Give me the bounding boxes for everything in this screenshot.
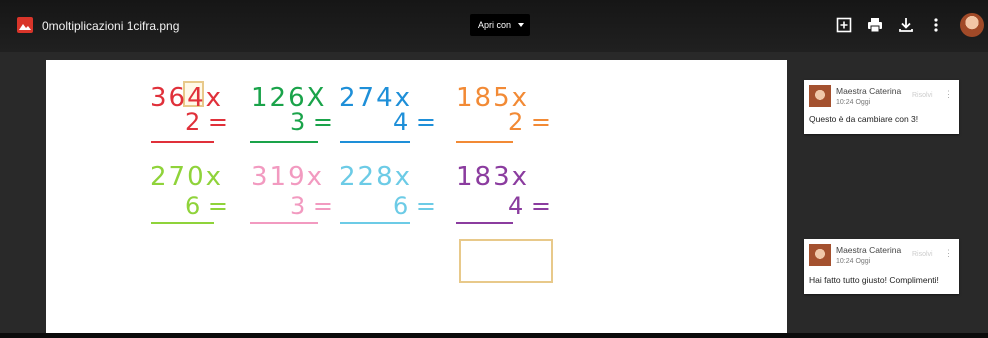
download-icon <box>899 18 913 32</box>
image-preview: 364x 2 = 126X 3 = 274x 4 = 185x 2 = 270x 6 = 319x 3… <box>46 60 787 333</box>
multiplier: 2 = <box>185 108 228 136</box>
add-comment-button[interactable] <box>835 16 853 34</box>
file-name: 0moltiplicazioni 1cifra.png <box>42 19 180 33</box>
resolve-button[interactable]: Risolvi <box>912 251 933 258</box>
comment-card[interactable]: Maestra Caterina 10:24 Oggi Risolvi ⋮ Ha… <box>804 239 959 294</box>
comment-text: Hai fatto tutto giusto! Complimenti! <box>809 275 939 285</box>
more-vert-icon[interactable]: ⋮ <box>944 249 953 258</box>
comment-card[interactable]: Maestra Caterina 10:24 Oggi Risolvi ⋮ Qu… <box>804 80 959 134</box>
comment-text: Questo è da cambiare con 3! <box>809 114 919 124</box>
print-icon <box>868 18 882 33</box>
multiplicand: 228x <box>339 162 412 192</box>
comment-author: Maestra Caterina <box>836 86 902 96</box>
multiplier: 4 = <box>508 192 551 220</box>
more-options-button[interactable] <box>927 16 945 34</box>
open-with-button[interactable]: Apri con <box>470 14 530 36</box>
open-with-label: Apri con <box>478 20 512 30</box>
comment-time: 10:24 Oggi <box>836 258 871 265</box>
print-button[interactable] <box>866 16 884 34</box>
more-vert-icon <box>934 18 938 32</box>
multiplier: 6 = <box>393 192 436 220</box>
add-comment-icon <box>836 17 852 33</box>
comment-time: 10:24 Oggi <box>836 99 871 106</box>
download-button[interactable] <box>897 16 915 34</box>
viewer-toolbar: 0moltiplicazioni 1cifra.png Apri con <box>0 0 988 52</box>
avatar <box>809 85 831 107</box>
comment-author: Maestra Caterina <box>836 245 902 255</box>
avatar <box>809 244 831 266</box>
more-vert-icon[interactable]: ⋮ <box>944 90 953 99</box>
resolve-button[interactable]: Risolvi <box>912 92 933 99</box>
multiplicand: 270x <box>150 162 223 192</box>
annotation-box <box>459 239 553 283</box>
multiplier: 4 = <box>393 108 436 136</box>
image-file-icon <box>17 17 33 33</box>
chevron-down-icon <box>518 23 525 27</box>
multiplier: 6 = <box>185 192 228 220</box>
multiplicand: 183x <box>456 162 529 192</box>
multiplier: 3 = <box>290 108 333 136</box>
multiplicand: 319x <box>251 162 324 192</box>
multiplier: 2 = <box>508 108 551 136</box>
account-avatar[interactable] <box>960 13 984 37</box>
multiplication-worksheet: 364x2 =126X3 =274x4 =185x2 =270x6 =319x3… <box>150 81 553 283</box>
multiplier: 3 = <box>290 192 333 220</box>
